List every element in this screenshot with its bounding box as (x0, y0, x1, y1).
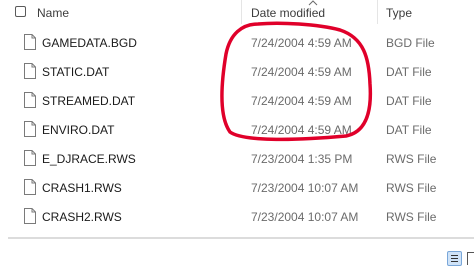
file-date-modified: 7/23/2004 10:07 AM (251, 210, 359, 224)
file-name: E_DJRACE.RWS (42, 152, 136, 166)
document-icon (24, 34, 36, 50)
file-date-modified: 7/23/2004 1:35 PM (251, 152, 353, 166)
file-type: DAT File (386, 65, 432, 79)
file-date-modified: 7/24/2004 4:59 AM (251, 94, 352, 108)
horizontal-scrollbar[interactable] (8, 237, 474, 239)
file-row[interactable]: GAMEDATA.BGD 7/24/2004 4:59 AM BGD File (0, 28, 474, 57)
file-name: ENVIRO.DAT (42, 123, 115, 137)
file-type: DAT File (386, 123, 432, 137)
file-name: GAMEDATA.BGD (42, 36, 137, 50)
column-header: Name Date modified Type (0, 0, 474, 28)
document-icon (24, 150, 36, 166)
document-icon (24, 208, 36, 224)
file-type: RWS File (386, 210, 437, 224)
document-icon (24, 179, 36, 195)
column-divider[interactable] (377, 0, 378, 24)
document-icon (24, 121, 36, 137)
file-date-modified: 7/24/2004 4:59 AM (251, 123, 352, 137)
column-divider[interactable] (241, 0, 242, 24)
details-view-icon[interactable] (447, 251, 462, 266)
column-header-type[interactable]: Type (386, 6, 412, 20)
file-date-modified: 7/23/2004 10:07 AM (251, 181, 359, 195)
file-row[interactable]: STREAMED.DAT 7/24/2004 4:59 AM DAT File (0, 86, 474, 115)
file-date-modified: 7/24/2004 4:59 AM (251, 65, 352, 79)
file-row[interactable]: CRASH2.RWS 7/23/2004 10:07 AM RWS File (0, 202, 474, 231)
file-name: CRASH1.RWS (42, 181, 122, 195)
file-type: DAT File (386, 94, 432, 108)
select-all-checkbox[interactable] (15, 6, 26, 17)
column-header-date-modified[interactable]: Date modified (251, 6, 325, 20)
file-name: CRASH2.RWS (42, 210, 122, 224)
file-name: STATIC.DAT (42, 65, 110, 79)
file-row[interactable]: STATIC.DAT 7/24/2004 4:59 AM DAT File (0, 57, 474, 86)
file-type: RWS File (386, 152, 437, 166)
file-type: RWS File (386, 181, 437, 195)
file-row[interactable]: CRASH1.RWS 7/23/2004 10:07 AM RWS File (0, 173, 474, 202)
file-type: BGD File (386, 36, 435, 50)
file-row[interactable]: E_DJRACE.RWS 7/23/2004 1:35 PM RWS File (0, 144, 474, 173)
tiles-view-icon[interactable] (467, 252, 474, 265)
file-date-modified: 7/24/2004 4:59 AM (251, 36, 352, 50)
file-name: STREAMED.DAT (42, 94, 136, 108)
document-icon (24, 92, 36, 108)
file-row[interactable]: ENVIRO.DAT 7/24/2004 4:59 AM DAT File (0, 115, 474, 144)
column-header-name[interactable]: Name (37, 6, 69, 20)
document-icon (24, 63, 36, 79)
